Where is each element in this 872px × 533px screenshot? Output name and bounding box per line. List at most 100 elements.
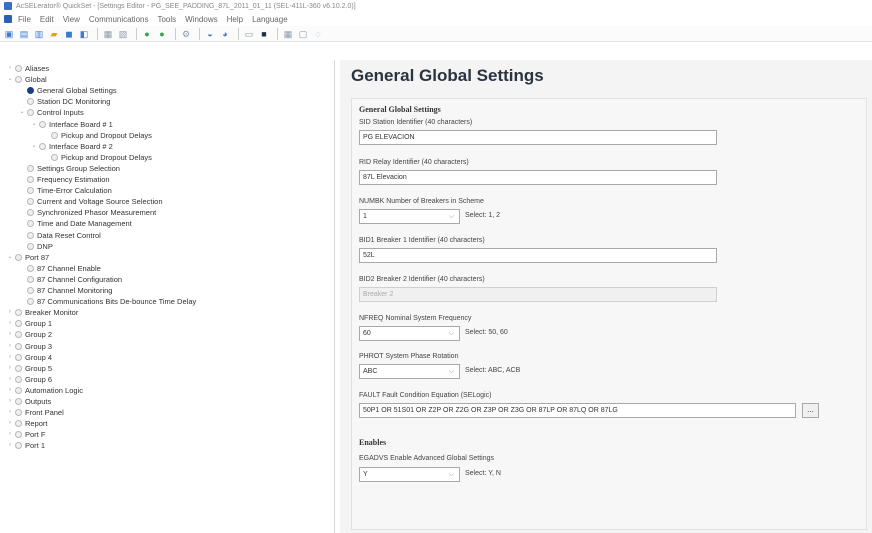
phrot-select[interactable]: ABC ⌵: [359, 364, 460, 379]
menu-windows[interactable]: Windows: [185, 15, 217, 24]
chevron-down-icon: ⌵: [448, 368, 454, 375]
tree-item[interactable]: 87 Channel Configuration: [18, 274, 122, 285]
expand-icon[interactable]: ›: [6, 63, 14, 74]
expand-icon[interactable]: ›: [6, 307, 14, 318]
egadvs-select[interactable]: Y ⌵: [359, 467, 460, 482]
expand-icon[interactable]: ›: [6, 341, 14, 352]
tree-item[interactable]: ⌄ Control Inputs: [18, 107, 83, 118]
disk-icon[interactable]: ◼: [63, 28, 75, 40]
connect-green-icon[interactable]: ●: [141, 28, 153, 40]
tree-item[interactable]: 87 Communications Bits De-bounce Time De…: [18, 296, 196, 307]
help-icon[interactable]: ◕: [219, 28, 231, 40]
print-icon[interactable]: ◒: [204, 28, 216, 40]
expand-icon[interactable]: ›: [6, 440, 14, 451]
expand-icon[interactable]: ›: [6, 396, 14, 407]
tree-item-label: Pickup and Dropout Delays: [61, 152, 152, 162]
menu-edit[interactable]: Edit: [40, 15, 54, 24]
node-icon: [27, 198, 34, 206]
new-icon[interactable]: ▣: [3, 28, 15, 40]
collapse-icon[interactable]: ⌄: [30, 119, 38, 130]
tree-item[interactable]: Time and Date Management: [18, 218, 132, 229]
menu-tools[interactable]: Tools: [157, 15, 176, 24]
rid-input[interactable]: 87L Elevacion: [359, 170, 717, 185]
menu-language[interactable]: Language: [252, 15, 288, 24]
collapse-icon[interactable]: ⌄: [6, 74, 14, 85]
tree-item[interactable]: 87 Channel Monitoring: [18, 285, 112, 296]
tree-item[interactable]: › Group 4: [6, 352, 52, 363]
tree-item[interactable]: Pickup and Dropout Delays: [42, 130, 152, 141]
tree-item[interactable]: ⌄ Interface Board # 2: [30, 141, 112, 152]
tree-item[interactable]: › Front Panel: [6, 407, 64, 418]
tree-item[interactable]: Station DC Monitoring: [18, 96, 110, 107]
fault-input[interactable]: 50P1 OR 51S01 OR Z2P OR Z2G OR Z3P OR Z3…: [359, 403, 796, 418]
tree-item[interactable]: ⌄ Interface Board # 1: [30, 119, 112, 130]
settings-icon[interactable]: ⚙: [180, 28, 192, 40]
tree-item[interactable]: Synchronized Phasor Measurement: [18, 207, 156, 218]
tree-item[interactable]: ⌄ Global: [6, 74, 46, 85]
nfreq-select[interactable]: 60 ⌵: [359, 326, 460, 341]
expand-icon[interactable]: ›: [6, 429, 14, 440]
info-icon[interactable]: ◌: [312, 28, 324, 40]
tree-item[interactable]: Frequency Estimation: [18, 174, 110, 185]
tree-item[interactable]: General Global Settings: [18, 85, 117, 96]
tree-item[interactable]: Data Reset Control: [18, 230, 101, 241]
save-icon[interactable]: ▥: [33, 28, 45, 40]
tree-item[interactable]: › Group 6: [6, 374, 52, 385]
rid-label: RID Relay Identifier (40 characters): [359, 159, 469, 166]
tree-item[interactable]: DNP: [18, 241, 53, 252]
disconnect-green-icon[interactable]: ●: [156, 28, 168, 40]
tree-item[interactable]: › Group 3: [6, 341, 52, 352]
tree-item[interactable]: › Group 2: [6, 329, 52, 340]
expand-icon[interactable]: ›: [6, 385, 14, 396]
expand-icon[interactable]: ›: [6, 374, 14, 385]
terminal-icon[interactable]: ▭: [243, 28, 255, 40]
menu-help[interactable]: Help: [227, 15, 243, 24]
folder-icon[interactable]: ▰: [48, 28, 60, 40]
monitor-icon[interactable]: ■: [258, 28, 270, 40]
toolbar-separator: [136, 27, 137, 40]
menu-file[interactable]: File: [18, 15, 31, 24]
tree-item-label: Group 6: [25, 374, 53, 384]
node-icon: [27, 242, 34, 250]
expand-icon[interactable]: ›: [6, 318, 14, 329]
expand-icon[interactable]: ›: [6, 418, 14, 429]
tree-item[interactable]: › Automation Logic: [6, 385, 83, 396]
tree-item[interactable]: › Report: [6, 418, 48, 429]
tree-item[interactable]: ⌄ Port 87: [6, 252, 49, 263]
tree-item[interactable]: › Port 1: [6, 440, 45, 451]
tree-item[interactable]: Settings Group Selection: [18, 163, 120, 174]
send-icon[interactable]: ▦: [102, 28, 114, 40]
expand-icon[interactable]: ›: [6, 363, 14, 374]
tree-item[interactable]: › Group 5: [6, 363, 52, 374]
sid-input[interactable]: PG ELEVACION: [359, 130, 717, 145]
compare-icon[interactable]: ▧: [117, 28, 129, 40]
tree-item[interactable]: › Aliases: [6, 63, 49, 74]
tree-item[interactable]: Time-Error Calculation: [18, 185, 112, 196]
menu-view[interactable]: View: [63, 15, 80, 24]
grid-icon[interactable]: ▦: [282, 28, 294, 40]
tree-item[interactable]: Pickup and Dropout Delays: [42, 152, 152, 163]
collapse-icon[interactable]: ⌄: [6, 252, 14, 263]
tree-item[interactable]: › Outputs: [6, 396, 51, 407]
expand-icon[interactable]: ›: [6, 407, 14, 418]
collapse-icon[interactable]: ⌄: [30, 141, 38, 152]
tree-item[interactable]: › Port F: [6, 429, 45, 440]
open-icon[interactable]: ▤: [18, 28, 30, 40]
bid1-input[interactable]: 52L: [359, 248, 717, 263]
fault-label: FAULT Fault Condition Equation (SELogic): [359, 392, 492, 399]
hmi-icon[interactable]: ▢: [297, 28, 309, 40]
expand-icon[interactable]: ›: [6, 352, 14, 363]
tree-item-label: Data Reset Control: [37, 230, 101, 240]
menu-communications[interactable]: Communications: [89, 15, 149, 24]
tree-item[interactable]: 87 Channel Enable: [18, 263, 101, 274]
tree-item[interactable]: › Breaker Monitor: [6, 307, 78, 318]
numbk-select[interactable]: 1 ⌵: [359, 209, 460, 224]
tree-item[interactable]: Current and Voltage Source Selection: [18, 196, 163, 207]
fault-edit-button[interactable]: ...: [802, 403, 819, 418]
collapse-icon[interactable]: ⌄: [18, 107, 26, 118]
tree-item[interactable]: › Group 1: [6, 318, 52, 329]
expand-icon[interactable]: ›: [6, 329, 14, 340]
nfreq-value: 60: [363, 330, 371, 337]
read-icon[interactable]: ◧: [78, 28, 90, 40]
app-menu-icon[interactable]: [4, 15, 12, 23]
